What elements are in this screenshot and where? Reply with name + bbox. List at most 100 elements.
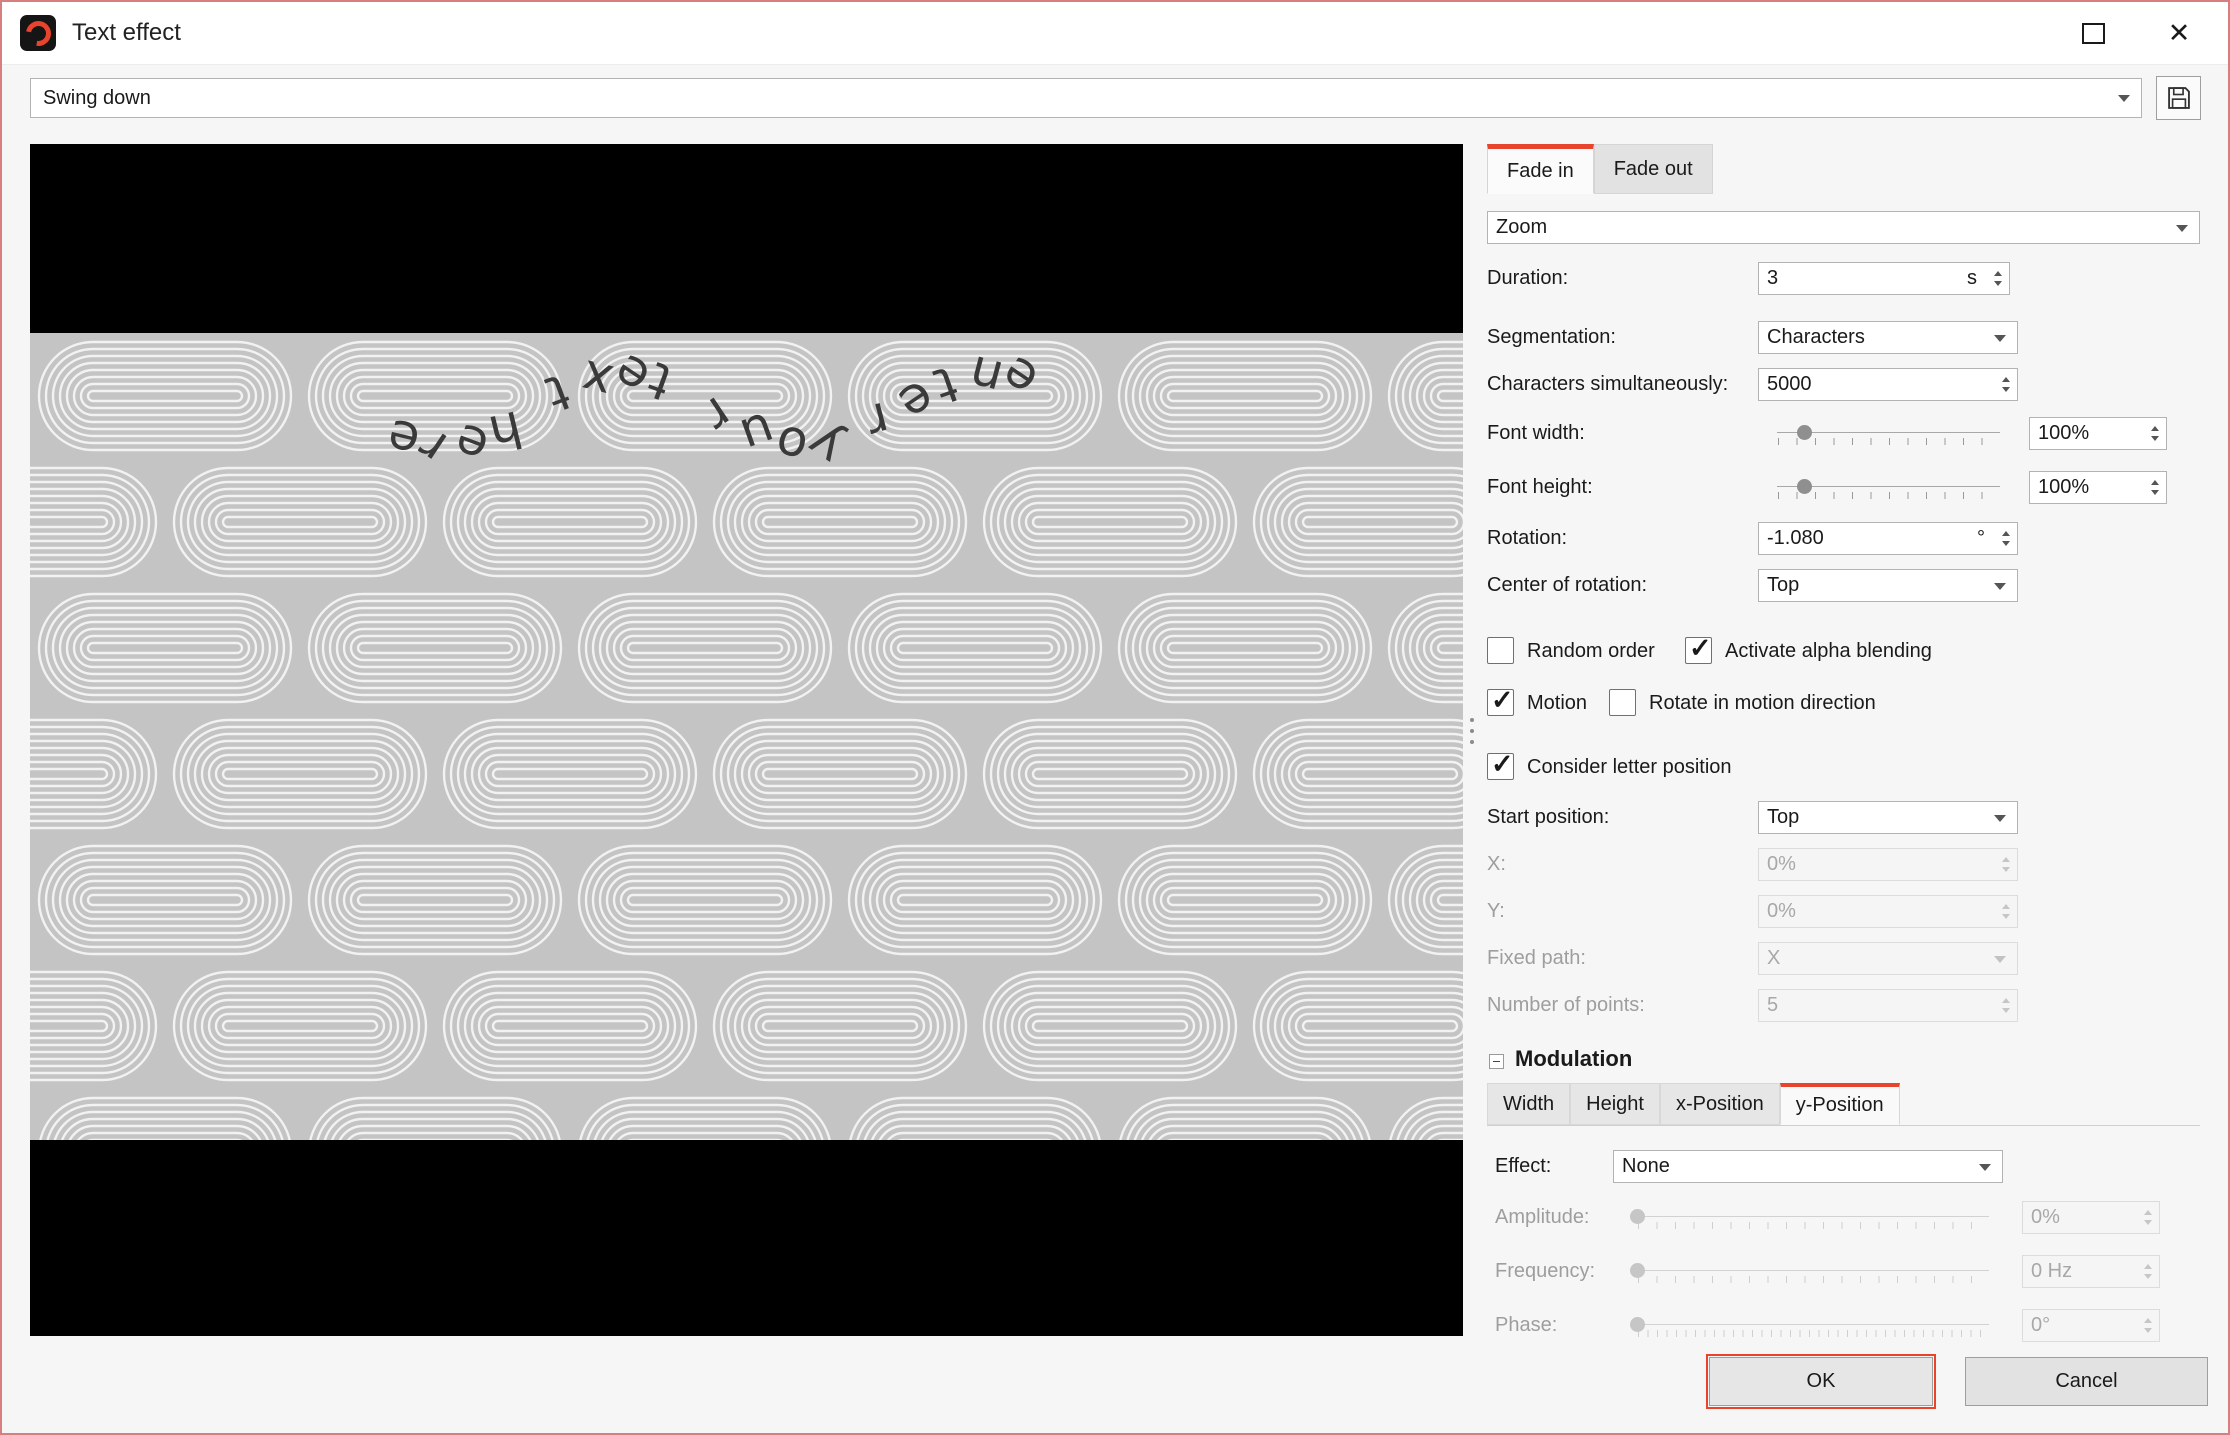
preset-value: Swing down [43,87,151,110]
font-height-value: 100% [2038,476,2089,499]
start-position-label: Start position: [1487,806,1609,829]
ok-label: OK [1807,1370,1836,1393]
segmentation-value: Characters [1767,326,1865,349]
tab-fade-in[interactable]: Fade in [1487,144,1594,194]
duration-spinner[interactable] [1988,264,2008,293]
number-of-points-label: Number of points: [1487,994,1645,1017]
chars-simultaneously-field[interactable]: 5000 [1758,368,2018,401]
y-row: Y: 0% [1487,895,2200,929]
tab-width[interactable]: Width [1487,1083,1570,1125]
ok-button[interactable]: OK [1709,1357,1933,1406]
y-spinner [1996,897,2016,926]
fade-tabs: Fade in Fade out [1487,144,1713,194]
phase-slider [1637,1309,1989,1343]
modulation-effect-value: None [1622,1155,1670,1178]
duration-field[interactable]: 3 s [1758,262,2010,295]
font-height-value-field[interactable]: 100% [2029,471,2167,504]
titlebar: Text effect ✕ [2,2,2228,65]
random-order-label: Random order [1527,640,1655,663]
modulation-effect-select[interactable]: None [1613,1150,2003,1183]
fixed-path-select: X [1758,942,2018,975]
font-height-label: Font height: [1487,476,1593,499]
rotation-row: Rotation: -1.080 ° [1487,522,2200,556]
font-height-spinner[interactable] [2145,473,2165,502]
slider-handle[interactable] [1797,479,1812,494]
center-of-rotation-select[interactable]: Top [1758,569,2018,602]
segmentation-row: Segmentation: Characters [1487,321,2200,355]
x-field: 0% [1758,848,2018,881]
duration-value: 3 [1767,267,1778,290]
font-width-value-field[interactable]: 100% [2029,417,2167,450]
motion-checkbox[interactable] [1487,689,1514,716]
number-of-points-field: 5 [1758,989,2018,1022]
slider-handle [1630,1317,1645,1332]
duration-unit: s [1967,267,1977,290]
start-position-select[interactable]: Top [1758,801,2018,834]
font-width-label: Font width: [1487,422,1585,445]
tab-label: Fade in [1507,160,1574,183]
close-button[interactable]: ✕ [2136,2,2222,64]
phase-value-field: 0° [2022,1309,2160,1342]
rotation-field[interactable]: -1.080 ° [1758,522,2018,555]
letter-position-checkbox[interactable] [1487,753,1514,780]
chevron-down-icon [1994,815,2006,822]
chevron-down-icon [2176,225,2188,232]
frequency-spinner [2138,1257,2158,1286]
y-field: 0% [1758,895,2018,928]
phase-value: 0° [2031,1314,2050,1337]
tab-x-position[interactable]: x-Position [1660,1083,1780,1125]
window-title: Text effect [72,19,181,47]
checkbox-row-1: Random order Activate alpha blending [1487,636,2200,670]
transition-value: Zoom [1496,216,1547,239]
font-height-row: Font height: 100% [1487,471,2200,505]
x-value: 0% [1767,853,1796,876]
tab-height[interactable]: Height [1570,1083,1660,1125]
chars-simultaneously-spinner[interactable] [1996,370,2016,399]
segmentation-label: Segmentation: [1487,326,1616,349]
preset-select[interactable]: Swing down [30,78,2142,118]
effect-row: Effect: None [1487,1150,2200,1184]
frequency-row: Frequency: 0 Hz [1487,1255,2200,1289]
rotate-motion-checkbox[interactable] [1609,689,1636,716]
effect-label: Effect: [1495,1155,1551,1178]
tab-label: Height [1586,1093,1644,1116]
save-preset-button[interactable] [2156,76,2201,120]
alpha-blending-checkbox[interactable] [1685,637,1712,664]
y-label: Y: [1487,900,1505,923]
start-position-value: Top [1767,806,1799,829]
font-width-spinner[interactable] [2145,419,2165,448]
close-icon: ✕ [2168,18,2191,49]
center-of-rotation-label: Center of rotation: [1487,574,1647,597]
center-of-rotation-value: Top [1767,574,1799,597]
collapse-icon[interactable] [1489,1054,1504,1069]
y-value: 0% [1767,900,1796,923]
duration-label: Duration: [1487,267,1568,290]
chars-simultaneously-row: Characters simultaneously: 5000 [1487,368,2200,402]
cancel-label: Cancel [2055,1370,2117,1393]
font-height-slider[interactable] [1777,471,2000,505]
random-order-checkbox[interactable] [1487,637,1514,664]
segmentation-select[interactable]: Characters [1758,321,2018,354]
phase-row: Phase: 0° [1487,1309,2200,1343]
checkbox-row-2: Motion Rotate in motion direction [1487,688,2200,722]
modulation-tabs: Width Height x-Position y-Position [1487,1083,2200,1126]
x-spinner [1996,850,2016,879]
rotation-spinner[interactable] [1996,524,2016,553]
chevron-down-icon [1979,1164,1991,1171]
cancel-button[interactable]: Cancel [1965,1357,2208,1406]
transition-select[interactable]: Zoom [1487,211,2200,244]
slider-handle [1630,1209,1645,1224]
tab-y-position[interactable]: y-Position [1780,1083,1900,1125]
tab-label: y-Position [1796,1094,1884,1117]
modulation-header: Modulation [1487,1044,2200,1082]
tab-fade-out[interactable]: Fade out [1594,144,1713,194]
amplitude-label: Amplitude: [1495,1206,1590,1229]
slider-handle[interactable] [1797,425,1812,440]
rotation-value: -1.080 [1767,527,1824,550]
font-width-slider[interactable] [1777,417,2000,451]
maximize-button[interactable] [2050,2,2136,64]
chars-simultaneously-label: Characters simultaneously: [1487,373,1728,396]
panel-splitter[interactable] [1467,718,1477,744]
tab-label: Fade out [1614,158,1693,181]
font-width-value: 100% [2038,422,2089,445]
